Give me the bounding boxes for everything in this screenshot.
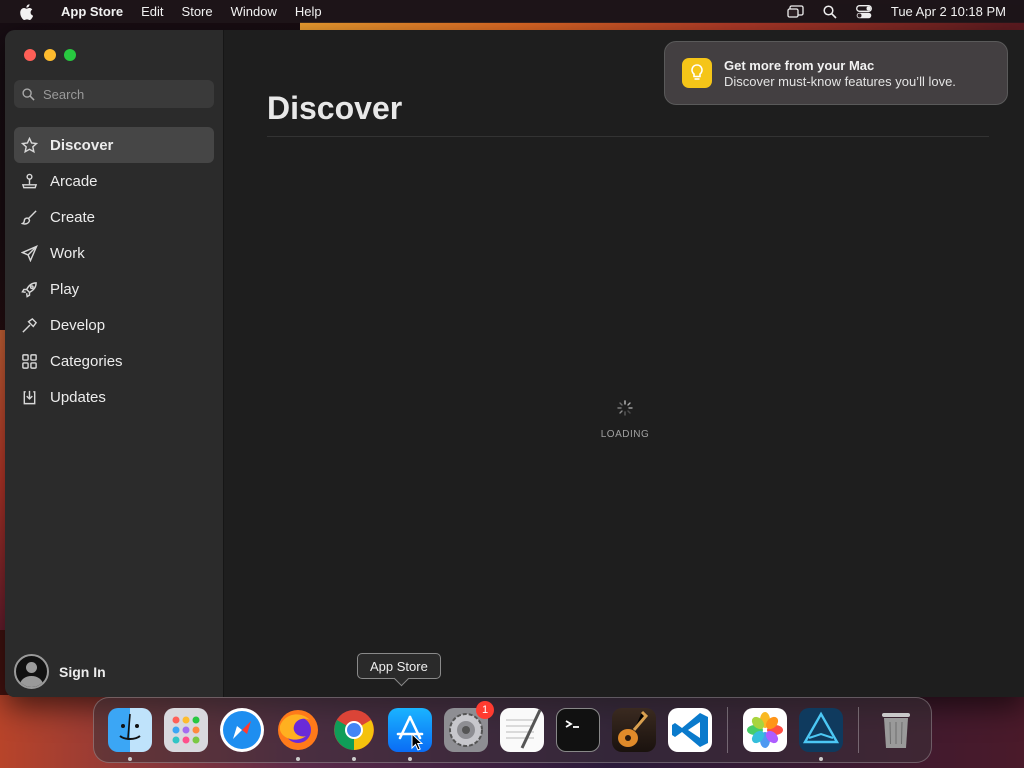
sign-in-button[interactable]: Sign In [14,654,106,689]
dock-trash-icon[interactable] [874,708,918,752]
rocket-icon [20,280,38,298]
zoom-window-button[interactable] [64,49,76,61]
loading-indicator: LOADING [585,400,665,440]
menu-edit[interactable]: Edit [132,4,172,19]
sidebar-item-categories[interactable]: Categories [14,343,214,379]
sidebar-item-updates[interactable]: Updates [14,379,214,415]
dock-launchpad-icon[interactable] [164,708,208,752]
menu-bar: App Store Edit Store Window Help Tue Apr… [0,0,1024,23]
joystick-icon [20,172,38,190]
dock-system-settings-icon[interactable]: 1 [444,701,494,752]
close-window-button[interactable] [24,49,36,61]
notification-banner[interactable]: Get more from your Mac Discover must-kno… [664,41,1008,105]
dock-tooltip: App Store [357,653,441,679]
sidebar-item-label: Develop [50,316,106,334]
sidebar-item-label: Updates [50,388,106,406]
sidebar-item-label: Work [50,244,85,262]
running-indicator [819,757,823,761]
spotlight-search-icon[interactable] [813,4,847,19]
dock-separator [858,707,859,753]
window-controls [24,49,76,61]
lightbulb-icon [682,58,712,88]
sidebar-item-label: Arcade [50,172,98,190]
menu-window[interactable]: Window [222,4,286,19]
dock-firefox-icon[interactable] [276,708,320,761]
menu-help[interactable]: Help [286,4,331,19]
menu-clock[interactable]: Tue Apr 2 10:18 PM [881,4,1006,19]
dock: 1 [93,697,932,763]
main-content: Discover LOADING [225,30,1024,697]
sidebar-item-develop[interactable]: Develop [14,307,214,343]
screen-mirroring-icon[interactable] [779,4,813,19]
star-icon [20,136,38,154]
spinner-icon [617,400,633,416]
menu-app-name[interactable]: App Store [52,4,132,19]
sidebar-item-create[interactable]: Create [14,199,214,235]
minimize-window-button[interactable] [44,49,56,61]
sidebar-item-label: Discover [50,136,114,154]
notification-badge: 1 [476,701,494,719]
apple-menu-icon[interactable] [0,3,52,20]
sidebar-item-label: Categories [50,352,123,370]
paper-plane-icon [20,244,38,262]
dock-finder-icon[interactable] [108,708,152,761]
mouse-cursor [411,733,423,751]
dock-chrome-icon[interactable] [332,708,376,761]
sidebar-item-arcade[interactable]: Arcade [14,163,214,199]
sidebar-item-work[interactable]: Work [14,235,214,271]
page-title: Discover [267,90,403,126]
grid-icon [20,352,38,370]
running-indicator [408,757,412,761]
loading-label: LOADING [600,429,650,440]
sidebar-item-label: Create [50,208,96,226]
app-store-window: Discover Arcade Create Work Play Develop [5,30,1024,697]
menu-store[interactable]: Store [173,4,222,19]
sidebar-item-label: Play [50,280,80,298]
notification-body: Discover must-know features you’ll love. [724,73,956,89]
dock-vscode-icon[interactable] [668,708,712,752]
sidebar: Discover Arcade Create Work Play Develop [5,30,224,697]
control-center-icon[interactable] [847,4,881,19]
search-input[interactable] [43,86,203,102]
dock-affinity-designer-icon[interactable] [799,708,843,761]
wallpaper-streak [300,22,1024,30]
avatar [14,654,49,689]
dock-photos-icon[interactable] [743,708,787,752]
sidebar-item-discover[interactable]: Discover [14,127,214,163]
sidebar-nav: Discover Arcade Create Work Play Develop [14,127,214,415]
sign-in-label: Sign In [59,663,106,680]
brush-icon [20,208,38,226]
search-icon [22,87,35,101]
search-field[interactable] [14,80,214,108]
divider [267,136,989,137]
dock-app-store-icon[interactable] [388,708,432,761]
sidebar-item-play[interactable]: Play [14,271,214,307]
download-icon [20,388,38,406]
notification-title: Get more from your Mac [724,57,875,73]
hammer-icon [20,316,38,334]
running-indicator [352,757,356,761]
dock-terminal-icon[interactable] [556,708,600,752]
dock-safari-icon[interactable] [220,708,264,752]
dock-separator [727,707,728,753]
running-indicator [296,757,300,761]
running-indicator [128,757,132,761]
dock-textedit-icon[interactable] [500,708,544,752]
dock-garageband-icon[interactable] [612,708,656,752]
